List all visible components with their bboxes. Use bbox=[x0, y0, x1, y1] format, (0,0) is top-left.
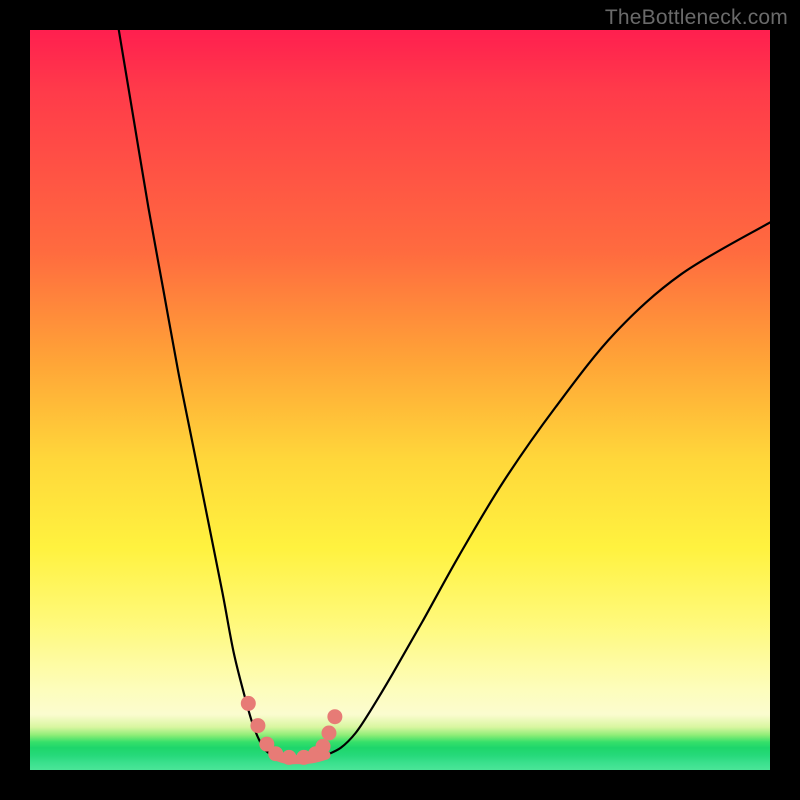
outer-frame: TheBottleneck.com bbox=[0, 0, 800, 800]
highlight-dot bbox=[268, 746, 283, 761]
highlight-dot bbox=[316, 739, 331, 754]
highlight-dot bbox=[321, 726, 336, 741]
curve-right-branch bbox=[326, 222, 770, 755]
plot-area bbox=[30, 30, 770, 770]
highlight-dot bbox=[250, 718, 265, 733]
watermark-text: TheBottleneck.com bbox=[605, 6, 788, 30]
highlight-dot bbox=[282, 750, 297, 765]
curve-left-branch bbox=[119, 30, 274, 755]
highlight-dot bbox=[327, 709, 342, 724]
chart-svg bbox=[30, 30, 770, 770]
highlight-dot bbox=[241, 696, 256, 711]
